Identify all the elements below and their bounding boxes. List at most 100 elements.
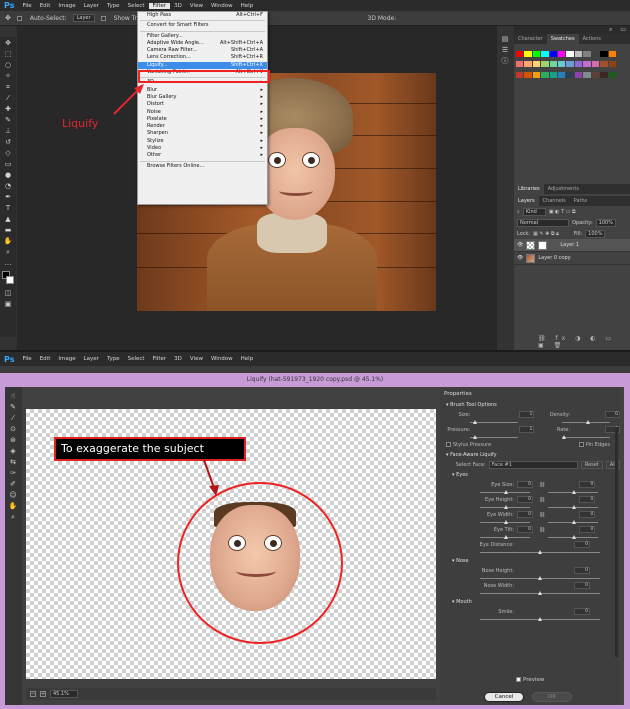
hand-tool-icon[interactable]: ✋	[7, 501, 19, 511]
color-swatch[interactable]	[549, 51, 558, 57]
menu-file[interactable]: File	[18, 356, 35, 362]
screen-mode-icon[interactable]: ▣	[2, 299, 14, 309]
color-swatch[interactable]	[600, 61, 608, 68]
density-slider[interactable]	[562, 419, 610, 425]
properties-panel-icon[interactable]: ☰	[499, 45, 511, 55]
lasso-tool-icon[interactable]: ○	[2, 60, 14, 70]
reset-button[interactable]: Reset	[580, 460, 603, 469]
slider-right[interactable]	[548, 504, 598, 510]
select-face-dropdown[interactable]: Face #1	[488, 460, 578, 469]
lock-icons[interactable]: ▦ ✎ ✥ ⧉ 🔒︎	[533, 231, 559, 237]
preview-option[interactable]: Preview	[516, 677, 544, 683]
filter-menu-item-high-pass[interactable]: High Pass Alt+Ctrl+F	[138, 12, 267, 19]
menu-filter[interactable]: Filter	[149, 356, 171, 362]
menu-image[interactable]: Image	[54, 3, 79, 9]
move-tool-icon[interactable]: ✥	[5, 14, 11, 22]
layer-row-layer1[interactable]: 👁︎ Layer 1	[514, 239, 630, 252]
twirl-icon[interactable]: ⊙	[7, 424, 19, 434]
path-select-icon[interactable]: ▲	[2, 214, 14, 224]
history-panel-icon[interactable]: ▤	[499, 34, 511, 44]
layer-row-layer0-copy[interactable]: 👁︎ Layer 0 copy	[514, 252, 630, 265]
filter-menu-item-stylize[interactable]: Stylize ▸	[138, 138, 267, 145]
tab-actions[interactable]: Actions	[579, 34, 605, 44]
menu-type[interactable]: Type	[103, 3, 124, 9]
healing-brush-icon[interactable]: ✚	[2, 104, 14, 114]
blur-tool-icon[interactable]: ●	[2, 170, 14, 180]
color-swatch[interactable]	[532, 61, 541, 68]
forward-warp-icon[interactable]: ☝	[7, 391, 19, 401]
filter-menu-item-distort[interactable]: Distort ▸	[138, 101, 267, 108]
filter-menu-item-lens-correction[interactable]: Lens Correction... Shift+Ctrl+R	[138, 54, 267, 61]
menu-filter[interactable]: Filter	[148, 2, 171, 9]
color-swatch[interactable]	[574, 51, 583, 57]
value-input[interactable]: 0	[574, 608, 590, 615]
filter-menu-item-render[interactable]: Render ▸	[138, 123, 267, 130]
menu-view[interactable]: View	[186, 3, 207, 9]
filter-menu-item-blur[interactable]: Blur ▸	[138, 87, 267, 94]
move-tool-icon[interactable]: ✥	[2, 38, 14, 48]
value-input[interactable]: 0	[574, 567, 590, 574]
color-swatches[interactable]	[2, 271, 14, 285]
link-icon[interactable]: ⛓	[539, 497, 545, 503]
filter-icons[interactable]: ▣ ◐ T ▭ ⧉	[549, 209, 576, 215]
brush-section-header[interactable]: ▾ Brush Tool Options	[440, 399, 620, 410]
eye-icon[interactable]: 👁︎	[517, 242, 523, 248]
filter-menu-item-liquify[interactable]: Liquify... Shift+Ctrl+X	[138, 61, 267, 70]
color-swatch[interactable]	[532, 51, 541, 57]
color-swatch[interactable]	[591, 71, 600, 78]
menu-help[interactable]: Help	[237, 3, 258, 9]
type-tool-icon[interactable]: T	[2, 203, 14, 213]
menu-file[interactable]: File	[18, 3, 35, 9]
color-swatch[interactable]	[516, 51, 524, 57]
value-input-right[interactable]: 0	[579, 511, 596, 518]
stylus-pressure-option[interactable]: Stylus Pressure	[446, 441, 491, 448]
color-swatch[interactable]	[558, 51, 566, 57]
menu-layer[interactable]: Layer	[80, 3, 103, 9]
size-input[interactable]: 1	[519, 411, 535, 418]
color-swatch[interactable]	[532, 71, 541, 78]
tab-adjustments[interactable]: Adjustments	[544, 184, 583, 194]
brush-tool-icon[interactable]: ✎	[2, 115, 14, 125]
marquee-tool-icon[interactable]: ⬚	[2, 49, 14, 59]
color-swatch[interactable]	[566, 61, 574, 68]
color-swatch[interactable]	[558, 71, 566, 78]
value-input[interactable]: 0	[574, 541, 590, 548]
color-swatch[interactable]	[583, 51, 591, 57]
menu-layer[interactable]: Layer	[80, 356, 103, 362]
kind-select[interactable]: Kind	[522, 207, 546, 216]
tab-libraries[interactable]: Libraries	[514, 184, 544, 194]
filter-kind-icon[interactable]: ⌕	[517, 209, 520, 215]
tab-character[interactable]: Character	[514, 34, 547, 44]
color-swatch[interactable]	[574, 61, 583, 68]
color-swatch[interactable]	[600, 71, 608, 78]
menu-select[interactable]: Select	[124, 356, 149, 362]
cancel-button[interactable]: Cancel	[484, 692, 524, 702]
filter-menu-item-video[interactable]: Video ▸	[138, 145, 267, 152]
stylus-pressure-checkbox[interactable]	[446, 441, 451, 447]
shape-tool-icon[interactable]: ▬	[2, 225, 14, 235]
rate-slider[interactable]	[562, 434, 610, 440]
menu-select[interactable]: Select	[124, 3, 149, 9]
zoom-out-button[interactable]: −	[30, 691, 36, 697]
mouth-section-header[interactable]: ▾ Mouth	[440, 596, 620, 607]
color-swatch[interactable]	[574, 71, 583, 78]
zoom-in-button[interactable]: +	[40, 691, 46, 697]
value-input-left[interactable]: 0	[517, 511, 533, 518]
value-input-right[interactable]: 0	[579, 526, 596, 533]
color-swatch[interactable]	[591, 51, 600, 57]
color-swatch[interactable]	[541, 61, 549, 68]
face-aware-section-header[interactable]: ▾ Face-Aware Liquify	[440, 449, 620, 460]
magic-wand-icon[interactable]: ✧	[2, 71, 14, 81]
smooth-tool-icon[interactable]: ⁄	[7, 413, 19, 423]
slider[interactable]	[480, 590, 600, 596]
push-left-icon[interactable]: ⇆	[7, 457, 19, 467]
menu-3d[interactable]: 3D	[170, 356, 186, 362]
color-swatch[interactable]	[524, 71, 532, 78]
color-swatch[interactable]	[608, 51, 616, 57]
color-swatch[interactable]	[541, 71, 549, 78]
value-input[interactable]: 0	[574, 582, 590, 589]
info-panel-icon[interactable]: ⓘ	[499, 56, 511, 66]
slider-left[interactable]	[480, 504, 530, 510]
color-swatch[interactable]	[591, 61, 600, 68]
gradient-icon[interactable]: ▭	[2, 159, 14, 169]
